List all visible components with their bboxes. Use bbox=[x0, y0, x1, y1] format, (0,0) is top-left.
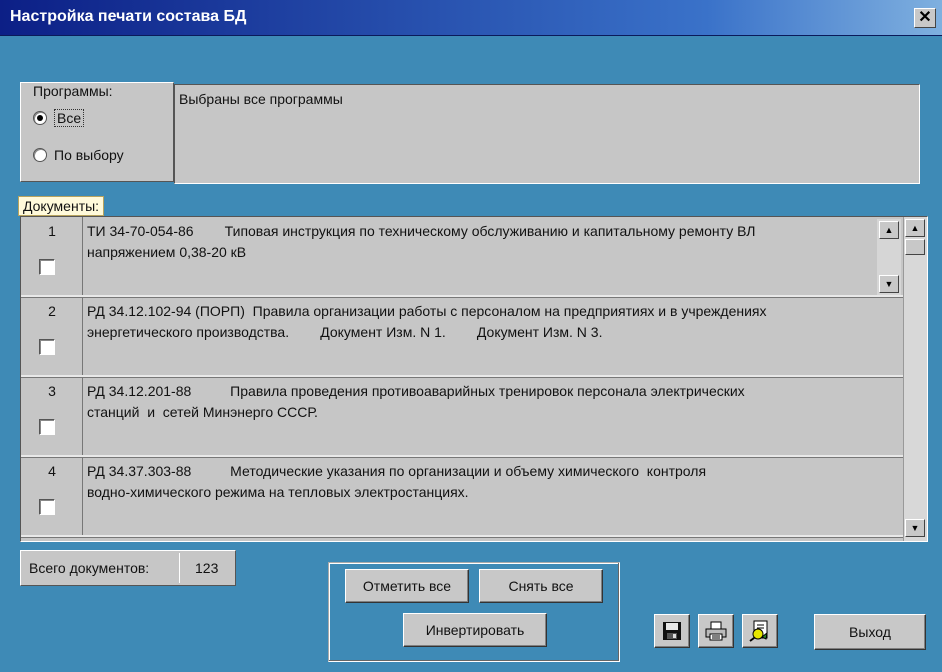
row-number: 1 bbox=[48, 223, 56, 239]
document-row: 1 ТИ 34-70-054-86 Типовая инструкция по … bbox=[21, 217, 903, 297]
documents-list: 1 ТИ 34-70-054-86 Типовая инструкция по … bbox=[20, 216, 928, 542]
exit-button[interactable]: Выход bbox=[814, 614, 926, 650]
document-checkbox[interactable] bbox=[39, 339, 55, 355]
radio-selected-programs[interactable]: По выбору bbox=[33, 147, 124, 163]
selection-buttons-group: Отметить все Снять все Инвертировать bbox=[328, 562, 620, 662]
documents-scrollbar[interactable]: ▲ ▼ bbox=[903, 217, 927, 541]
total-documents-value: 123 bbox=[195, 560, 219, 576]
radio-button[interactable] bbox=[33, 148, 47, 162]
document-row: 3 РД 34.12.201-88 Правила проведения про… bbox=[21, 377, 903, 457]
window-title: Настройка печати состава БД bbox=[10, 8, 247, 25]
clear-all-button[interactable]: Снять все bbox=[479, 569, 603, 603]
total-documents-label: Всего документов: bbox=[29, 560, 150, 576]
document-description: ТИ 34-70-054-86 Типовая инструкция по те… bbox=[87, 223, 756, 260]
row-number-cell: 1 bbox=[21, 217, 83, 295]
print-button[interactable] bbox=[698, 614, 734, 648]
scroll-up-icon[interactable]: ▲ bbox=[905, 219, 925, 237]
document-description: РД 34.37.303-88 Методические указания по… bbox=[87, 463, 707, 500]
document-row: 2 РД 34.12.102-94 (ПОРП) Правила организ… bbox=[21, 297, 903, 377]
row-number-cell: 4 bbox=[21, 457, 83, 535]
document-checkbox[interactable] bbox=[39, 419, 55, 435]
close-icon: ✕ bbox=[918, 9, 932, 26]
radio-all-label: Все bbox=[54, 109, 85, 127]
scroll-up-icon[interactable]: ▲ bbox=[879, 221, 899, 239]
programs-summary-field: Выбраны все программы bbox=[174, 84, 920, 184]
save-icon bbox=[663, 622, 681, 640]
scroll-down-icon[interactable]: ▼ bbox=[905, 519, 925, 537]
programs-group: Программы: Все По выбору bbox=[20, 82, 174, 182]
programs-group-label: Программы: bbox=[31, 83, 115, 99]
radio-selected-label: По выбору bbox=[54, 147, 124, 163]
scroll-down-icon[interactable]: ▼ bbox=[879, 275, 899, 293]
document-checkbox[interactable] bbox=[39, 259, 55, 275]
row-number: 2 bbox=[48, 303, 56, 319]
divider bbox=[179, 553, 180, 583]
radio-selected-dot bbox=[37, 115, 43, 121]
total-documents-panel: Всего документов: 123 bbox=[20, 550, 236, 586]
save-button[interactable] bbox=[654, 614, 690, 648]
preview-icon bbox=[749, 620, 768, 642]
document-checkbox[interactable] bbox=[39, 499, 55, 515]
row-number-cell: 3 bbox=[21, 377, 83, 455]
document-row: 4 РД 34.37.303-88 Методические указания … bbox=[21, 457, 903, 537]
select-all-button[interactable]: Отметить все bbox=[345, 569, 469, 603]
scroll-thumb[interactable] bbox=[905, 239, 925, 255]
preview-button[interactable] bbox=[742, 614, 778, 648]
close-button[interactable]: ✕ bbox=[914, 8, 936, 28]
row-number-cell: 2 bbox=[21, 297, 83, 375]
radio-all-programs[interactable]: Все bbox=[33, 109, 85, 127]
documents-label: Документы: bbox=[18, 196, 105, 216]
radio-button[interactable] bbox=[33, 111, 47, 125]
document-description: РД 34.12.201-88 Правила проведения проти… bbox=[87, 383, 745, 420]
row-number: 3 bbox=[48, 383, 56, 399]
title-bar: Настройка печати состава БД ✕ bbox=[0, 0, 942, 36]
printer-icon bbox=[705, 621, 727, 641]
document-description: РД 34.12.102-94 (ПОРП) Правила организац… bbox=[87, 303, 767, 340]
row-number: 4 bbox=[48, 463, 56, 479]
invert-button[interactable]: Инвертировать bbox=[403, 613, 547, 647]
row-scrollbar[interactable]: ▲ ▼ bbox=[877, 219, 901, 295]
